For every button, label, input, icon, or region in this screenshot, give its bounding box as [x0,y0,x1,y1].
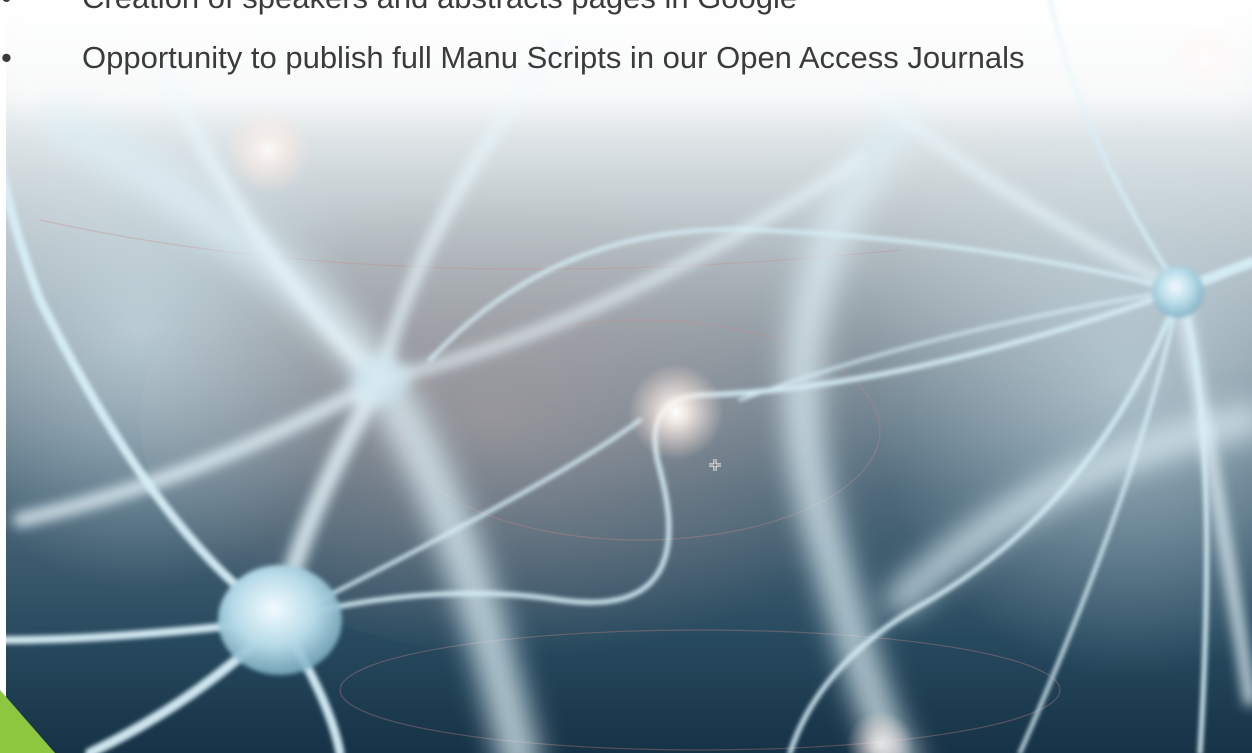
bullet-item: • Opportunity to publish full Manu Scrip… [0,39,1252,76]
bullet-marker: • [1,0,12,16]
presentation-slide: • Creation of speakers and abstracts pag… [0,0,1252,753]
bullet-text: Creation of speakers and abstracts pages… [82,0,797,15]
bullet-text: Opportunity to publish full Manu Scripts… [82,40,1025,75]
bullet-list: • Creation of speakers and abstracts pag… [0,0,1252,76]
bullet-item: • Creation of speakers and abstracts pag… [0,0,1252,16]
neuron-background-image [0,0,1252,753]
crosshair-cursor-icon [709,459,721,471]
bullet-marker: • [1,40,12,75]
